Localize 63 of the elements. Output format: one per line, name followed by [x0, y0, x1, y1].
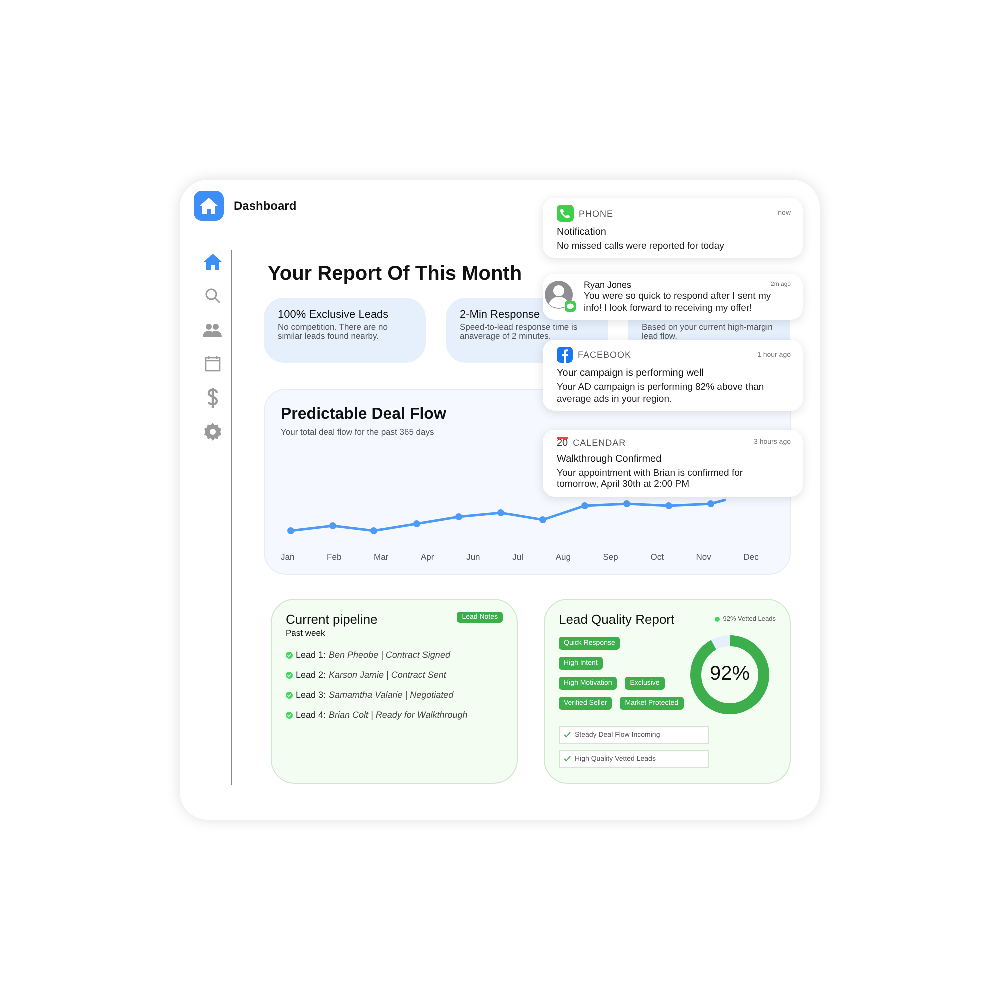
- sender-name: Ryan Jones: [584, 280, 633, 290]
- search-icon: [204, 288, 220, 304]
- notification-body: You were so quick to respond after I sent my info! I look forward to receiving my offer!: [584, 291, 772, 314]
- avatar-icon: [544, 280, 576, 312]
- stat-description: Based on your current high-margin lead flow.: [642, 323, 774, 342]
- report-title: Your Report Of This Month: [268, 263, 522, 286]
- legend-dot: [715, 617, 720, 622]
- notification-title: Notification: [557, 227, 608, 238]
- check-icon: [286, 652, 293, 658]
- people-icon: [203, 323, 222, 337]
- notification-title: Walkthrough Confirmed: [557, 454, 663, 465]
- donut-value: 92%: [708, 663, 752, 686]
- month-label: Nov: [696, 552, 712, 562]
- check-icon: [286, 692, 293, 698]
- notification-app: CALENDAR: [573, 438, 628, 448]
- notification-body: No missed calls were reported for today: [557, 241, 726, 252]
- sidebar-item[interactable]: [202, 354, 222, 374]
- lead-label: Lead 2:: [296, 670, 326, 680]
- chart-title: Predictable Deal Flow: [281, 406, 448, 424]
- notification-body: Your AD campaign is performing 82% above than average ads in your region.: [557, 382, 766, 405]
- notification-body: Your appointment with Brian is confirmed for tomorrow, April 30th at 2:00 PM: [557, 468, 744, 491]
- card-title: Lead Quality Report: [559, 612, 675, 627]
- settings-icon: [204, 423, 222, 441]
- lead-detail: Brian Colt | Ready for Walkthrough: [329, 710, 468, 720]
- lead-detail: Samamtha Valarie | Negotiated: [329, 690, 454, 700]
- notification-app: PHONE: [579, 208, 615, 218]
- month-label: Jan: [281, 552, 295, 562]
- card-title: Current pipeline: [286, 612, 378, 627]
- check-icon: [286, 672, 293, 678]
- month-label: Dec: [744, 552, 759, 562]
- lead-detail: Karson Jamie | Contract Sent: [329, 670, 446, 680]
- month-label: Jun: [466, 552, 480, 562]
- month-label: Aug: [556, 552, 571, 562]
- month-label: Mar: [374, 552, 389, 562]
- lead-label: Lead 4:: [296, 710, 326, 720]
- stat-title: 100% Exclusive Leads: [278, 309, 390, 321]
- month-label: Oct: [650, 552, 664, 562]
- chart-subtitle: Your total deal flow for the past 365 days: [281, 427, 436, 437]
- home-icon: [204, 254, 222, 270]
- notification-title: Your campaign is performing well: [557, 368, 705, 380]
- lead-label: Lead 3:: [296, 690, 326, 700]
- app-title: Dashboard: [234, 199, 297, 213]
- stat-description: Speed-to-lead response time is anaverage of 2 minutes.: [460, 323, 579, 342]
- dollar-icon: [206, 388, 218, 408]
- check-icon: [564, 756, 571, 762]
- lead-label: Lead 1:: [296, 650, 326, 660]
- phone-icon: [557, 205, 574, 222]
- check-icon: [564, 732, 571, 738]
- sidebar-item[interactable]: [202, 252, 222, 272]
- calendar-icon: [204, 356, 220, 372]
- month-label: Apr: [421, 552, 434, 562]
- sidebar-item[interactable]: [202, 422, 222, 442]
- home-logo-icon: [194, 191, 224, 221]
- card-subtitle: Past week: [286, 628, 326, 638]
- month-label: Feb: [327, 552, 342, 562]
- stat-description: No competition. There are no similar leads found nearby.: [278, 323, 389, 342]
- month-label: Jul: [512, 552, 524, 562]
- stat-title: 2-Min Response: [460, 309, 542, 321]
- month-label: Sep: [603, 552, 618, 562]
- notification-app: FACEBOOK: [578, 350, 633, 360]
- lead-detail: Ben Pheobe | Contract Signed: [329, 650, 450, 660]
- facebook-icon: [557, 347, 573, 364]
- check-icon: [286, 712, 293, 718]
